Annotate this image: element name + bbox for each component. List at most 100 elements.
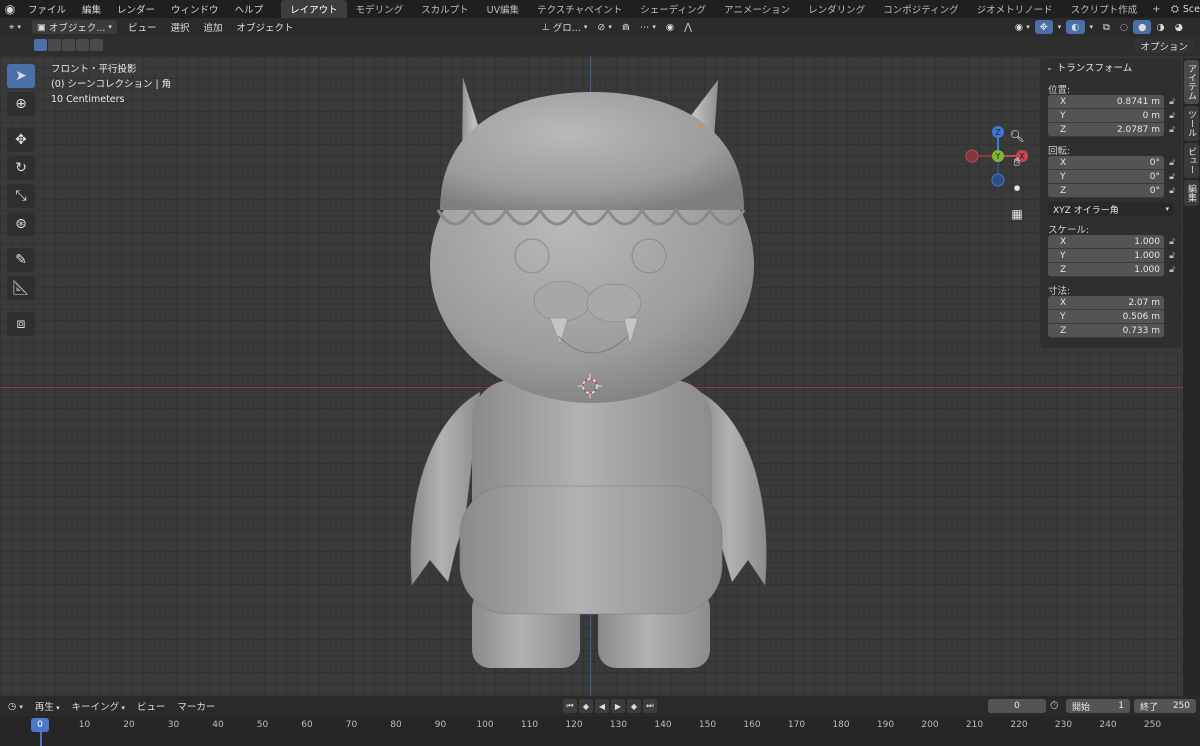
pivot-dropdown[interactable]: ⊘ ▾ — [592, 20, 616, 34]
gizmo-neg-x[interactable] — [965, 149, 979, 163]
prev-keyframe-icon[interactable]: ◆ — [579, 699, 593, 713]
start-frame-field[interactable]: 開始 1 — [1066, 699, 1130, 713]
workspace-tab[interactable]: モデリング — [347, 0, 413, 18]
header-menu-item[interactable]: 追加 — [196, 20, 229, 34]
lock-icon[interactable]: 🔓︎ — [1166, 186, 1178, 196]
workspace-tab[interactable]: アニメーション — [715, 0, 799, 18]
mode-dropdown[interactable]: ▣ オブジェク... ▾ — [31, 20, 117, 34]
gizmo-toggle[interactable]: ✥ — [1034, 20, 1053, 34]
current-frame-field[interactable]: 0 — [988, 699, 1046, 713]
select-extend-icon[interactable] — [48, 39, 61, 51]
move-tool[interactable]: ✥ — [7, 128, 35, 152]
location-z-field[interactable]: Z 2.0787 m — [1048, 123, 1164, 137]
header-menu-item[interactable]: ビュー — [121, 20, 164, 34]
snap-toggle[interactable]: ⋒ — [617, 20, 635, 34]
workspace-tab[interactable]: UV編集 — [478, 0, 528, 18]
location-y-field[interactable]: Y 0 m — [1048, 109, 1164, 123]
playhead-line[interactable] — [40, 732, 42, 746]
timeline-menu-item[interactable]: キーイング ▾ — [66, 699, 131, 713]
editor-type-button[interactable]: ⌖ ▾ — [4, 20, 26, 34]
snap-target-dropdown[interactable]: ⋯ ▾ — [635, 20, 661, 34]
lock-icon[interactable]: 🔓︎ — [1166, 265, 1178, 275]
scene-selector[interactable]: ⛭ Sce — [1164, 0, 1200, 18]
lock-icon[interactable]: 🔓︎ — [1166, 111, 1178, 121]
workspace-tab[interactable]: スカルプト — [412, 0, 478, 18]
grid-ortho-icon[interactable]: ▦ — [1006, 204, 1028, 224]
timeline-editor-button[interactable]: ◷ ▾ — [0, 701, 29, 712]
scale-z-field[interactable]: Z 1.000 — [1048, 263, 1164, 277]
workspace-tab[interactable]: ジオメトリノード — [968, 0, 1062, 18]
rotation-z-field[interactable]: Z 0° — [1048, 184, 1164, 198]
gizmo-dropdown[interactable]: ▾ — [1053, 20, 1067, 34]
location-x-field[interactable]: X 0.8741 m — [1048, 95, 1164, 109]
playhead-marker[interactable]: 0 — [31, 718, 49, 732]
visibility-dropdown[interactable]: ◉ ▾ — [1010, 20, 1035, 34]
cursor-tool[interactable]: ⊕ — [7, 92, 35, 116]
proportional-edit-toggle[interactable]: ◉ — [661, 20, 679, 34]
dimensions-y-field[interactable]: Y 0.506 m — [1048, 310, 1164, 324]
timeline-menu-item[interactable]: ビュー — [131, 699, 172, 713]
rotation-mode-dropdown[interactable]: XYZ オイラー角 ▾ — [1048, 202, 1174, 216]
jump-start-icon[interactable]: ⏮ — [563, 699, 577, 713]
sidebar-tab[interactable]: ビュー — [1184, 143, 1199, 178]
select-box-tool[interactable]: ➤ — [7, 64, 35, 88]
lock-icon[interactable]: 🔓︎ — [1166, 125, 1178, 135]
overlay-dropdown[interactable]: ▾ — [1085, 20, 1099, 34]
add-cube-tool[interactable]: ⧈ — [7, 312, 35, 336]
timeline-menu-item[interactable]: 再生 ▾ — [29, 699, 66, 713]
play-icon[interactable]: ▶ — [611, 699, 625, 713]
sidebar-tab[interactable]: ツール — [1184, 106, 1199, 141]
scale-y-field[interactable]: Y 1.000 — [1048, 249, 1164, 263]
lock-icon[interactable]: 🔓︎ — [1166, 158, 1178, 168]
lock-icon[interactable]: 🔓︎ — [1166, 237, 1178, 247]
header-menu-item[interactable]: 選択 — [163, 20, 196, 34]
dimensions-x-field[interactable]: X 2.07 m — [1048, 296, 1164, 310]
shading-wireframe-button[interactable]: ◌ — [1115, 20, 1133, 34]
scale-tool[interactable]: ⤡ — [7, 184, 35, 208]
select-subtract-icon[interactable] — [62, 39, 75, 51]
add-workspace-button[interactable]: + — [1146, 4, 1166, 15]
camera-icon[interactable]: ⏺ — [1006, 178, 1028, 198]
top-menu-item[interactable]: レンダー — [109, 2, 163, 16]
xray-toggle[interactable]: ⧉ — [1098, 20, 1115, 34]
lock-icon[interactable]: 🔓︎ — [1166, 97, 1178, 107]
timeline-menu-item[interactable]: マーカー — [171, 699, 221, 713]
workspace-tab[interactable]: レイアウト — [281, 0, 347, 18]
lock-icon[interactable]: 🔓︎ — [1166, 251, 1178, 261]
sidebar-tab[interactable]: 編集 — [1184, 180, 1199, 206]
transform-tool[interactable]: ⊛ — [7, 212, 35, 236]
shading-rendered-button[interactable]: ◕ — [1170, 20, 1188, 34]
header-menu-item[interactable]: オブジェクト — [229, 20, 300, 34]
orientation-dropdown[interactable]: ⊥ グロ... ▾ — [537, 20, 593, 35]
blender-logo-icon[interactable]: ◉ — [0, 2, 20, 16]
gizmo-neg-z[interactable] — [991, 173, 1005, 187]
pan-hand-icon[interactable]: ✋︎ — [1006, 152, 1028, 172]
measure-tool[interactable]: 📐︎ — [7, 276, 35, 300]
dimensions-z-field[interactable]: Z 0.733 m — [1048, 324, 1164, 338]
select-new-icon[interactable] — [34, 39, 47, 51]
lock-icon[interactable]: 🔓︎ — [1166, 172, 1178, 182]
top-menu-item[interactable]: ウィンドウ — [163, 2, 227, 16]
workspace-tab[interactable]: テクスチャペイント — [528, 0, 631, 18]
rotate-tool[interactable]: ↻ — [7, 156, 35, 180]
rotation-y-field[interactable]: Y 0° — [1048, 170, 1164, 184]
select-intersect-icon[interactable] — [90, 39, 103, 51]
play-reverse-icon[interactable]: ◀ — [595, 699, 609, 713]
sidebar-tab[interactable]: アイテム — [1184, 60, 1199, 104]
transform-panel-header[interactable]: ⌄ トランスフォーム — [1040, 58, 1182, 76]
workspace-tab[interactable]: シェーディング — [631, 0, 715, 18]
frame-ruler[interactable]: 10 20 30 40 50 60 70 80 90 100 110 120 130 140 150 160 1… — [0, 716, 1200, 746]
workspace-tab[interactable]: レンダリング — [799, 0, 874, 18]
stopwatch-icon[interactable]: ⏱ — [1050, 699, 1059, 713]
overlay-toggle[interactable]: ◐ — [1066, 20, 1085, 34]
options-dropdown[interactable]: オプション — [1134, 39, 1194, 53]
shading-solid-button[interactable]: ● — [1133, 20, 1152, 34]
end-frame-field[interactable]: 終了 250 — [1134, 699, 1196, 713]
rotation-x-field[interactable]: X 0° — [1048, 156, 1164, 170]
scale-x-field[interactable]: X 1.000 — [1048, 235, 1164, 249]
shading-material-button[interactable]: ◑ — [1151, 20, 1169, 34]
select-invert-icon[interactable] — [76, 39, 89, 51]
top-menu-item[interactable]: ヘルプ — [227, 2, 272, 16]
zoom-icon[interactable]: 🔍︎ — [1006, 126, 1028, 146]
workspace-tab[interactable]: コンポジティング — [874, 0, 967, 18]
